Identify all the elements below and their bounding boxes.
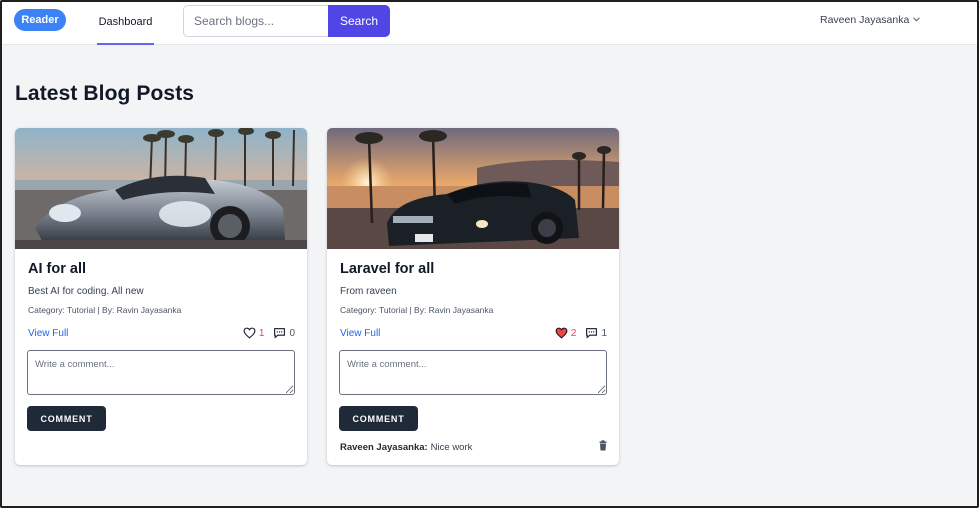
comment-input[interactable] [339, 350, 607, 395]
post-image [327, 128, 619, 249]
logo[interactable]: Reader [14, 9, 66, 31]
post-description: Best AI for coding. All new [28, 286, 144, 297]
comment-icon [585, 327, 598, 339]
comment-button[interactable]: COMMENT [339, 406, 418, 431]
nav-link-dashboard[interactable]: Dashboard [97, 2, 154, 45]
heart-filled-icon[interactable] [555, 327, 568, 339]
user-menu[interactable]: Raveen Jayasanka [820, 14, 921, 26]
post-meta: Category: Tutorial | By: Ravin Jayasanka [28, 305, 182, 315]
comment-button[interactable]: COMMENT [27, 406, 106, 431]
post-card: AI for all Best AI for coding. All new C… [15, 128, 307, 465]
post-image [15, 128, 307, 249]
comment-author: Raveen Jayasanka: [340, 441, 428, 453]
post-meta: Category: Tutorial | By: Ravin Jayasanka [340, 305, 494, 315]
post-card: Laravel for all From raveen Category: Tu… [327, 128, 619, 465]
user-name: Raveen Jayasanka [820, 14, 910, 26]
post-title: Laravel for all [340, 261, 435, 277]
view-full-link[interactable]: View Full [340, 328, 380, 339]
comment-item: Raveen Jayasanka: Nice work [340, 440, 608, 454]
search-input[interactable] [183, 5, 329, 37]
post-stats: 2 1 [555, 327, 607, 339]
comment-count: 0 [289, 327, 295, 339]
like-count: 1 [258, 327, 265, 339]
post-title: AI for all [28, 261, 87, 277]
top-navbar: Reader Dashboard Search Raveen Jayasanka [2, 2, 977, 45]
like-count: 2 [570, 327, 577, 339]
page-title: Latest Blog Posts [15, 82, 195, 105]
chevron-down-icon [913, 15, 921, 24]
heart-icon[interactable] [243, 327, 256, 339]
post-stats: 1 0 [243, 327, 295, 339]
comment-icon [273, 327, 286, 339]
comment-input[interactable] [27, 350, 295, 395]
view-full-link[interactable]: View Full [28, 328, 68, 339]
trash-icon[interactable] [598, 440, 608, 454]
search-button[interactable]: Search [328, 5, 390, 37]
app-window: Reader Dashboard Search Raveen Jayasanka… [0, 0, 979, 508]
post-description: From raveen [340, 286, 397, 297]
comment-count: 1 [601, 327, 607, 339]
comment-text: Nice work [430, 441, 473, 453]
